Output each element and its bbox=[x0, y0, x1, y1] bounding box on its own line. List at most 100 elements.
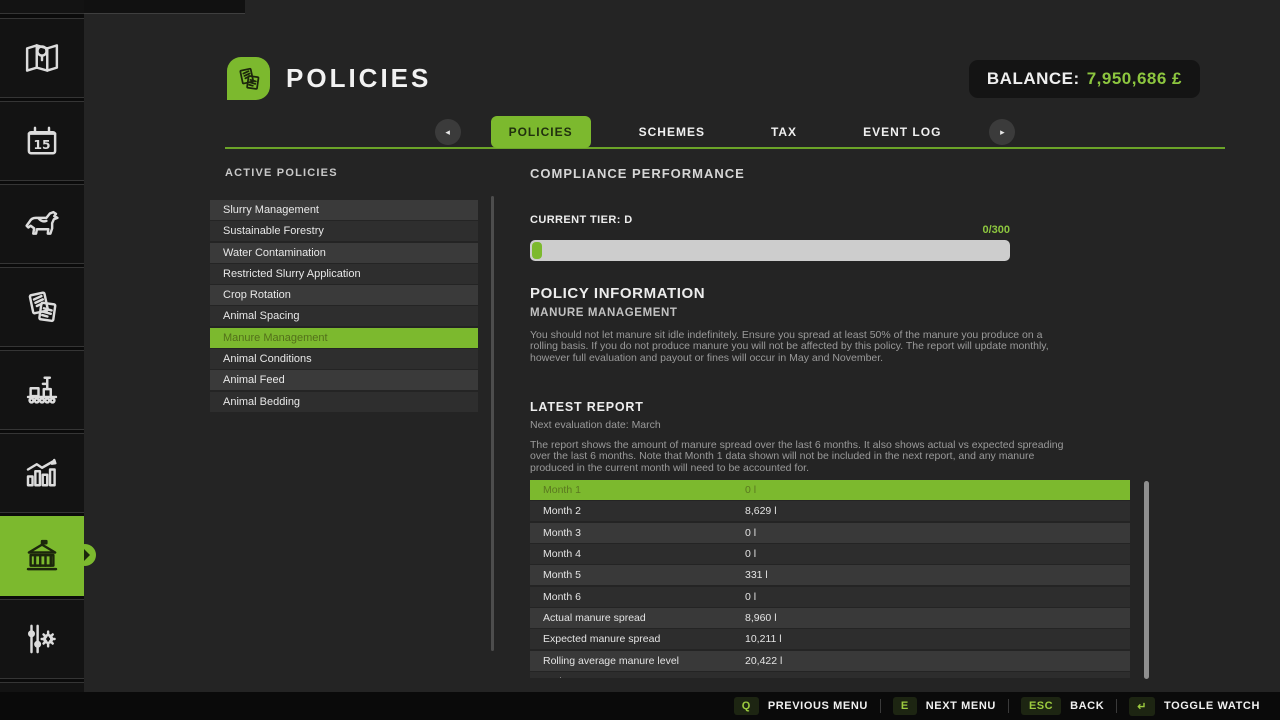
row-label: Month 5 bbox=[530, 569, 745, 581]
row-value: 0 l bbox=[745, 484, 756, 496]
balance-label: BALANCE: bbox=[987, 69, 1080, 89]
production-icon bbox=[21, 369, 63, 411]
shortcut-toggle-watch[interactable]: ↵ TOGGLE WATCH bbox=[1117, 697, 1272, 716]
table-row[interactable]: Month 5 331 l bbox=[530, 565, 1130, 585]
shortcut-back[interactable]: ESC BACK bbox=[1009, 697, 1116, 715]
balance-badge: BALANCE: 7,950,686 £ bbox=[969, 60, 1200, 98]
tab-bar: ◂ POLICIES SCHEMES TAX EVENT LOG ▸ bbox=[225, 115, 1225, 149]
policy-list-item[interactable]: Animal Conditions bbox=[210, 349, 478, 369]
sidebar-item-production[interactable] bbox=[0, 350, 84, 430]
active-policies-title: ACTIVE POLICIES bbox=[225, 167, 338, 179]
row-value: 0 l bbox=[745, 527, 756, 539]
policy-list-item[interactable]: Water Contamination bbox=[210, 243, 478, 263]
compliance-title: COMPLIANCE PERFORMANCE bbox=[530, 166, 745, 181]
shortcut-next-menu[interactable]: E NEXT MENU bbox=[881, 697, 1008, 715]
key-e-icon: E bbox=[893, 697, 917, 715]
table-row[interactable]: Month 4 0 l bbox=[530, 544, 1130, 564]
policy-list-item[interactable]: Animal Feed bbox=[210, 370, 478, 390]
svg-text:15: 15 bbox=[33, 138, 50, 152]
table-row[interactable]: Actual manure spread 8,960 l bbox=[530, 608, 1130, 628]
report-table: Month 1 0 l Month 2 8,629 l Month 3 0 l … bbox=[530, 480, 1130, 678]
sidebar-item-statistics[interactable] bbox=[0, 433, 84, 513]
page-title: POLICIES bbox=[286, 63, 431, 94]
policy-list-item[interactable]: Crop Rotation bbox=[210, 285, 478, 305]
tab-tax[interactable]: TAX bbox=[753, 116, 815, 148]
chevron-left-icon: ◂ bbox=[445, 127, 450, 138]
latest-report-title: LATEST REPORT bbox=[530, 400, 644, 414]
tabs-next-button[interactable]: ▸ bbox=[989, 119, 1015, 145]
chevron-right-icon: ▸ bbox=[1000, 127, 1005, 138]
page-icon bbox=[227, 57, 270, 100]
row-label: Month 4 bbox=[530, 548, 745, 560]
key-q-icon: Q bbox=[734, 697, 759, 715]
row-value: 0 l bbox=[745, 591, 756, 603]
row-label: Expected manure spread bbox=[530, 633, 745, 645]
policy-list-item-selected[interactable]: Manure Management bbox=[210, 328, 478, 348]
row-value: 8,629 l bbox=[745, 505, 777, 517]
statistics-icon bbox=[21, 452, 63, 494]
shortcut-label: BACK bbox=[1070, 700, 1104, 712]
tab-event-log[interactable]: EVENT LOG bbox=[845, 116, 959, 148]
key-enter-icon: ↵ bbox=[1129, 697, 1155, 716]
policy-list-item[interactable]: Sustainable Forestry bbox=[210, 221, 478, 241]
table-row[interactable]: Month 3 0 l bbox=[530, 523, 1130, 543]
sidebar-item-animals[interactable] bbox=[0, 184, 84, 264]
row-value: 0 l bbox=[745, 548, 756, 560]
row-value: 8,960 l bbox=[745, 612, 777, 624]
row-value: 10,211 l bbox=[745, 633, 782, 645]
bank-icon bbox=[21, 535, 63, 577]
row-label: Month 3 bbox=[530, 527, 745, 539]
shortcut-label: TOGGLE WATCH bbox=[1164, 700, 1260, 712]
compliance-progress-fill bbox=[532, 242, 542, 259]
settings-icon bbox=[21, 618, 63, 660]
row-label: Month 2 bbox=[530, 505, 745, 517]
table-row[interactable]: Month 2 8,629 l bbox=[530, 501, 1130, 521]
shortcut-label: NEXT MENU bbox=[926, 700, 996, 712]
documents-icon bbox=[21, 286, 63, 328]
policy-list-item[interactable]: Animal Spacing bbox=[210, 306, 478, 326]
row-value: 0 bbox=[745, 676, 751, 678]
shortcut-label: PREVIOUS MENU bbox=[768, 700, 868, 712]
sidebar-item-contracts[interactable] bbox=[0, 267, 84, 347]
report-description: The report shows the amount of manure sp… bbox=[530, 440, 1070, 474]
row-value: 331 l bbox=[745, 569, 768, 581]
policy-list-item[interactable]: Animal Bedding bbox=[210, 392, 478, 412]
policy-list-item[interactable]: Slurry Management bbox=[210, 200, 478, 220]
map-icon bbox=[21, 37, 63, 79]
row-label: Rating bbox=[530, 676, 745, 678]
next-evaluation-date: Next evaluation date: March bbox=[530, 419, 661, 431]
report-table-scrollbar[interactable] bbox=[1144, 481, 1149, 679]
tab-schemes[interactable]: SCHEMES bbox=[621, 116, 723, 148]
policies-screen: 15 bbox=[0, 0, 1280, 720]
policy-name-subtitle: MANURE MANAGEMENT bbox=[530, 307, 678, 319]
shortcut-previous-menu[interactable]: Q PREVIOUS MENU bbox=[722, 697, 880, 715]
table-row[interactable]: Expected manure spread 10,211 l bbox=[530, 629, 1130, 649]
table-row[interactable]: Month 1 0 l bbox=[530, 480, 1130, 500]
row-label: Rolling average manure level bbox=[530, 655, 745, 667]
policy-list-scrollbar[interactable] bbox=[491, 196, 494, 651]
tab-policies[interactable]: POLICIES bbox=[491, 116, 591, 148]
sidebar-item-map[interactable] bbox=[0, 18, 84, 98]
table-row-clipped[interactable]: Rating 0 bbox=[530, 672, 1130, 678]
table-row[interactable]: Month 6 0 l bbox=[530, 587, 1130, 607]
sidebar-item-settings[interactable] bbox=[0, 599, 84, 679]
policy-description: You should not let manure sit idle indef… bbox=[530, 330, 1070, 364]
tabs-prev-button[interactable]: ◂ bbox=[435, 119, 461, 145]
sidebar-item-partial-top bbox=[0, 0, 84, 14]
key-esc-icon: ESC bbox=[1021, 697, 1061, 715]
row-label: Month 6 bbox=[530, 591, 745, 603]
cow-icon bbox=[21, 203, 63, 245]
calendar-icon: 15 bbox=[21, 120, 63, 162]
active-policies-list: Slurry Management Sustainable Forestry W… bbox=[210, 200, 478, 413]
sidebar-item-calendar[interactable]: 15 bbox=[0, 101, 84, 181]
row-label: Actual manure spread bbox=[530, 612, 745, 624]
compliance-progress-count: 0/300 bbox=[530, 224, 1010, 236]
row-value: 20,422 l bbox=[745, 655, 782, 667]
active-item-arrow-icon bbox=[84, 549, 90, 561]
table-row[interactable]: Rolling average manure level 20,422 l bbox=[530, 651, 1130, 671]
sidebar-item-finances-active[interactable] bbox=[0, 516, 84, 596]
compliance-progress-bar bbox=[530, 240, 1010, 261]
footer-shortcut-bar: Q PREVIOUS MENU E NEXT MENU ESC BACK ↵ T… bbox=[0, 692, 1280, 720]
balance-value: 7,950,686 £ bbox=[1087, 69, 1182, 89]
policy-list-item[interactable]: Restricted Slurry Application bbox=[210, 264, 478, 284]
